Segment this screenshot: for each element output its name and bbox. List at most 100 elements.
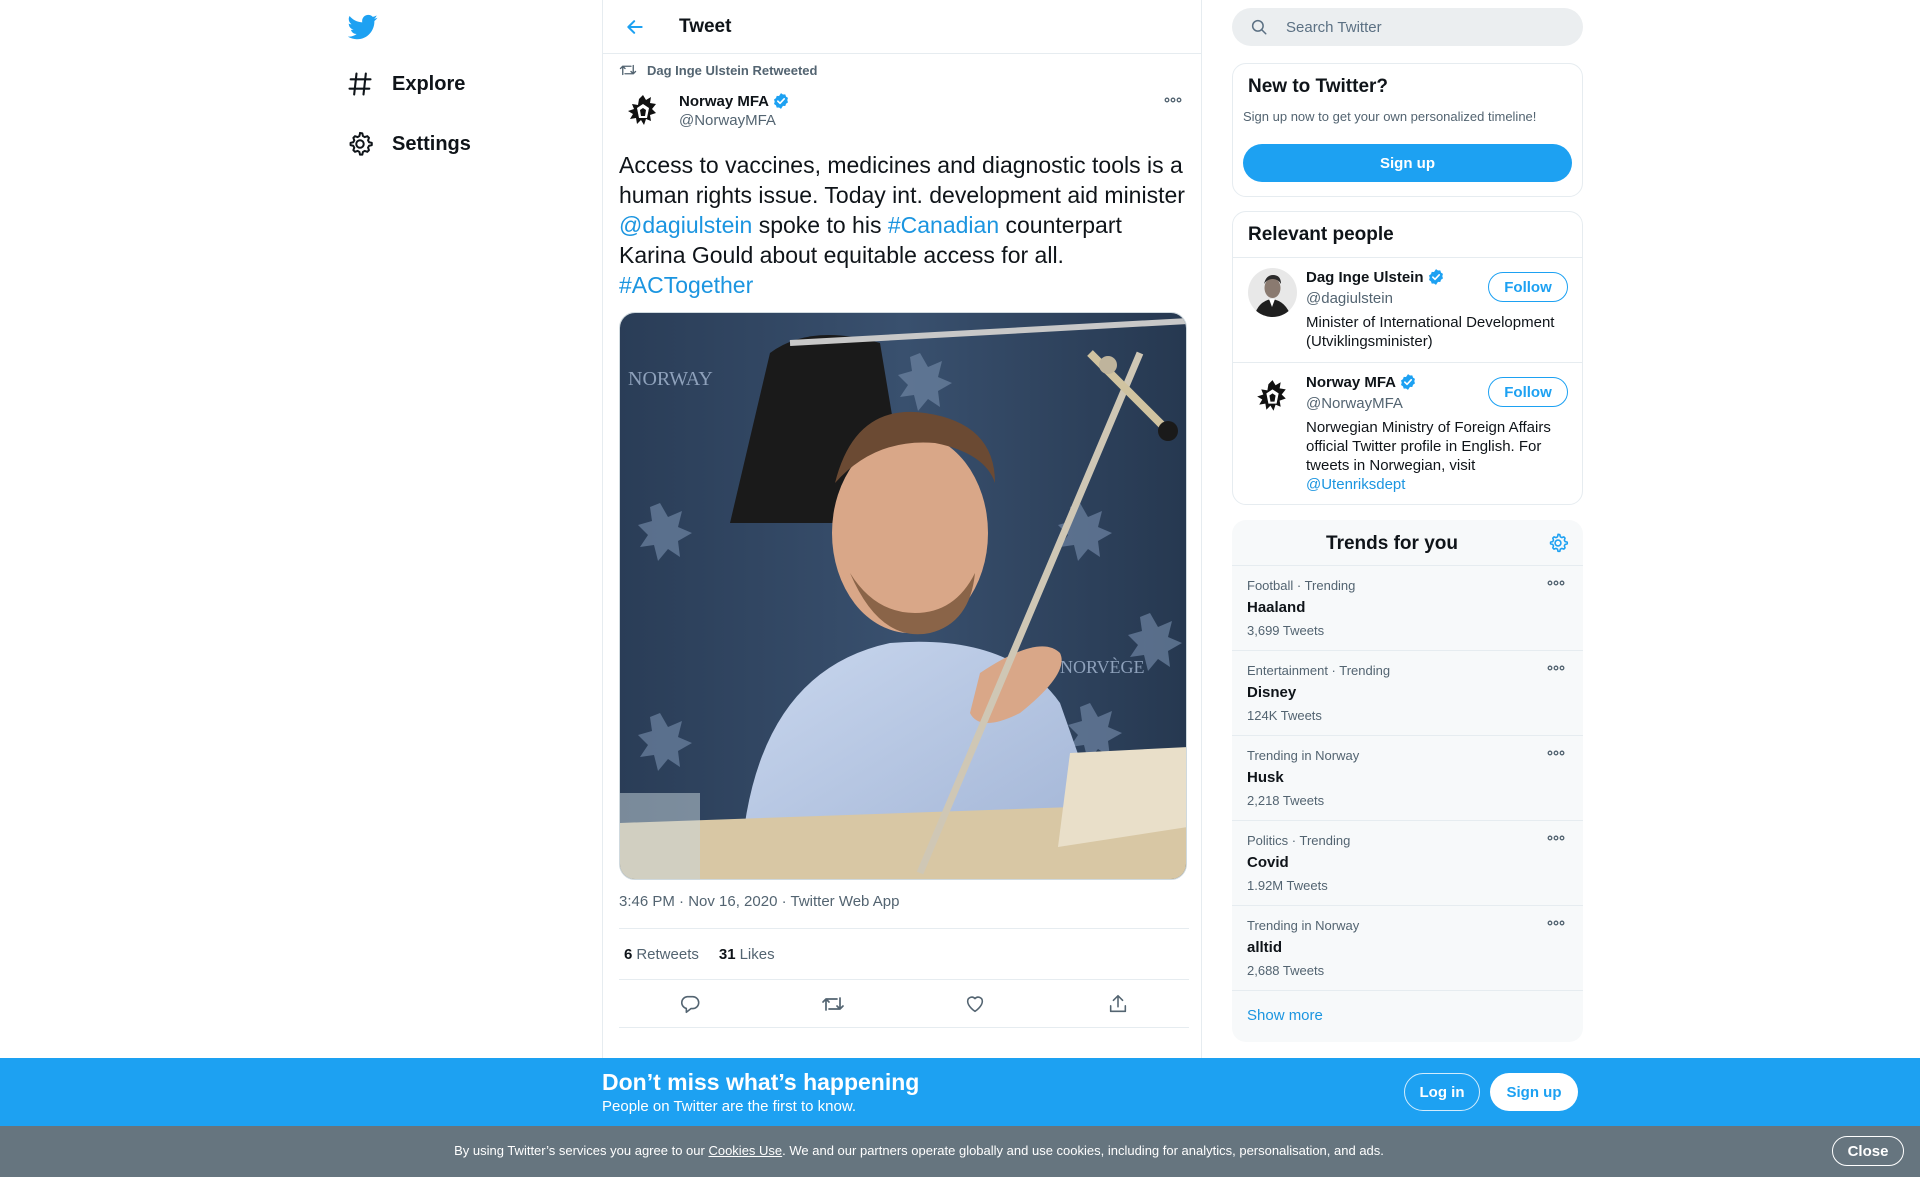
like-button[interactable] xyxy=(958,987,992,1021)
trend-context: Politics · Trending xyxy=(1247,833,1351,848)
tweet-text: Access to vaccines, medicines and diagno… xyxy=(619,150,1189,300)
trend-more-button[interactable] xyxy=(1547,835,1567,847)
reply-button[interactable] xyxy=(673,987,707,1021)
trend-more-button[interactable] xyxy=(1547,580,1567,592)
trend-count: 124K Tweets xyxy=(1247,708,1322,723)
signup-banner: Don’t miss what’s happening People on Tw… xyxy=(0,1058,1920,1126)
trend-name: alltid xyxy=(1247,939,1283,956)
cookie-text-before: By using Twitter’s services you agree to… xyxy=(454,1143,709,1158)
share-icon xyxy=(1109,994,1126,1012)
tweet-timestamp[interactable]: 3:46 PM · Nov 16, 2020 · Twitter Web App xyxy=(619,893,899,910)
person-name[interactable]: Dag Inge Ulstein xyxy=(1306,268,1445,286)
retweets-stat[interactable]: 6 Retweets xyxy=(624,946,699,963)
hashtag-icon xyxy=(346,70,374,98)
trends-card: Trends for you Football · Trending Haala… xyxy=(1232,520,1583,1042)
tweet-text-part: spoke to his xyxy=(752,212,888,238)
heart-icon xyxy=(967,995,984,1012)
person-name-label: Norway MFA xyxy=(1306,373,1397,391)
tweet-media-photo[interactable]: NORWAY NORVÈGE NORWAY xyxy=(619,312,1187,880)
retweeted-by[interactable]: Dag Inge Ulstein Retweeted xyxy=(619,62,817,78)
person-name-label: Dag Inge Ulstein xyxy=(1306,268,1424,286)
author-handle[interactable]: @NorwayMFA xyxy=(679,112,790,129)
nav-explore-label: Explore xyxy=(392,72,466,95)
gear-icon xyxy=(1549,533,1569,553)
person-handle[interactable]: @dagiulstein xyxy=(1306,290,1393,307)
trend-context: Entertainment · Trending xyxy=(1247,663,1391,678)
trend-name: Husk xyxy=(1247,769,1284,786)
more-dots-icon xyxy=(1547,835,1565,841)
follow-button[interactable]: Follow xyxy=(1488,377,1568,407)
trend-more-button[interactable] xyxy=(1547,920,1567,932)
cookie-consent-bar: By using Twitter’s services you agree to… xyxy=(0,1126,1920,1177)
back-button[interactable] xyxy=(615,7,655,47)
search-input[interactable] xyxy=(1286,18,1556,36)
trend-item[interactable]: Trending in Norway Husk 2,218 Tweets xyxy=(1232,736,1583,821)
reply-icon xyxy=(681,995,700,1013)
tweet-column: Tweet Dag Inge Ulstein Retweeted Norway … xyxy=(602,0,1202,1058)
mention-link[interactable]: @dagiulstein xyxy=(619,212,752,238)
person-item[interactable]: Dag Inge Ulstein @dagiulstein Minister o… xyxy=(1233,257,1582,362)
tweet-more-button[interactable] xyxy=(1161,92,1185,108)
person-handle[interactable]: @NorwayMFA xyxy=(1306,395,1403,412)
trend-count: 3,699 Tweets xyxy=(1247,623,1325,638)
banner-title: Don’t miss what’s happening xyxy=(602,1069,920,1095)
person-name[interactable]: Norway MFA xyxy=(1306,373,1417,391)
trend-count: 1.92M Tweets xyxy=(1247,878,1328,893)
login-button[interactable]: Log in xyxy=(1404,1073,1480,1111)
nav-explore[interactable]: Explore xyxy=(346,64,465,104)
retweet-button[interactable] xyxy=(816,987,850,1021)
tweet-text-part: Access to vaccines, medicines and diagno… xyxy=(619,152,1185,208)
person-avatar[interactable] xyxy=(1248,268,1297,317)
trends-header: Trends for you xyxy=(1232,520,1583,566)
author-avatar[interactable] xyxy=(619,88,667,136)
trend-item[interactable]: Football · Trending Haaland 3,699 Tweets xyxy=(1232,566,1583,651)
cookie-close-button[interactable]: Close xyxy=(1832,1136,1904,1166)
retweet-icon xyxy=(821,996,844,1011)
verified-badge-icon xyxy=(1401,374,1415,390)
retweets-label: Retweets xyxy=(636,945,699,963)
follow-button[interactable]: Follow xyxy=(1488,272,1568,302)
arrow-left-icon xyxy=(627,19,643,34)
bio-mention-link[interactable]: @Utenriksdept xyxy=(1306,476,1405,493)
likes-count: 31 xyxy=(718,945,736,963)
cookies-use-link[interactable]: Cookies Use xyxy=(708,1143,782,1158)
retweets-count: 6 xyxy=(624,945,633,963)
page-title: Tweet xyxy=(679,15,732,37)
trend-more-button[interactable] xyxy=(1547,750,1567,762)
more-dots-icon xyxy=(1547,750,1565,756)
hashtag-link[interactable]: #ACTogether xyxy=(619,272,753,298)
show-more-link[interactable]: Show more xyxy=(1247,1007,1323,1024)
trend-item[interactable]: Trending in Norway alltid 2,688 Tweets xyxy=(1232,906,1583,991)
nav-settings[interactable]: Settings xyxy=(346,124,471,164)
hashtag-link[interactable]: #Canadian xyxy=(888,212,999,238)
trend-item[interactable]: Entertainment · Trending Disney 124K Twe… xyxy=(1232,651,1583,736)
verified-badge-icon xyxy=(1428,269,1443,285)
trends-settings-button[interactable] xyxy=(1547,532,1569,554)
cookie-text: By using Twitter’s services you agree to… xyxy=(0,1143,1838,1158)
media-watermark: NORVÈGE xyxy=(1060,656,1145,677)
new-to-twitter-card: New to Twitter? Sign up now to get your … xyxy=(1232,63,1583,197)
sidebar-signup-button[interactable]: Sign up xyxy=(1243,144,1572,182)
retweet-icon xyxy=(619,64,637,76)
trend-name: Covid xyxy=(1247,854,1289,871)
trend-more-button[interactable] xyxy=(1547,665,1567,677)
verified-badge-icon xyxy=(774,93,788,109)
author-name-label: Norway MFA xyxy=(679,92,770,110)
search-box[interactable] xyxy=(1232,8,1583,46)
likes-stat[interactable]: 31 Likes xyxy=(719,946,775,963)
banner-signup-button[interactable]: Sign up xyxy=(1490,1073,1578,1111)
tweet-actions xyxy=(619,980,1189,1028)
trend-count: 2,218 Tweets xyxy=(1247,793,1325,808)
tweet-header: Tweet xyxy=(603,0,1201,54)
person-avatar[interactable] xyxy=(1248,373,1297,422)
cookie-text-after: . We and our partners operate globally a… xyxy=(782,1143,1384,1158)
trend-item[interactable]: Politics · Trending Covid 1.92M Tweets xyxy=(1232,821,1583,906)
person-item[interactable]: Norway MFA @NorwayMFA Norwegian Ministry… xyxy=(1233,362,1582,504)
author-name[interactable]: Norway MFA xyxy=(679,92,790,110)
share-button[interactable] xyxy=(1101,987,1135,1021)
nav-settings-label: Settings xyxy=(392,132,471,155)
search-icon xyxy=(1251,19,1267,35)
twitter-logo-icon[interactable] xyxy=(348,12,378,42)
tweet-stats: 6 Retweets 31 Likes xyxy=(619,928,1189,980)
person-bio-text: Minister of International Development (U… xyxy=(1306,314,1555,350)
